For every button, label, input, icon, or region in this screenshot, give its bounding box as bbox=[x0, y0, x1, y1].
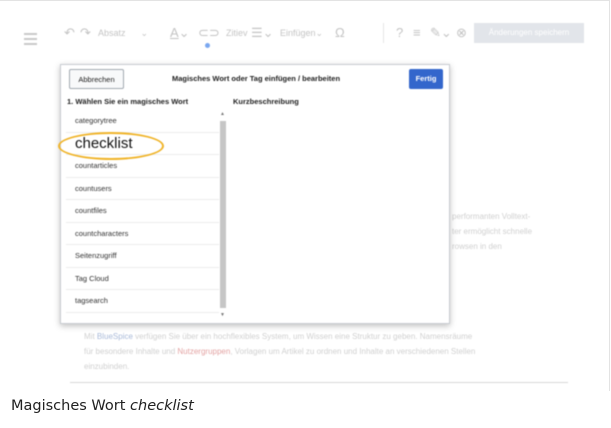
cancel-button[interactable]: Abbrechen bbox=[69, 69, 124, 89]
caption-prefix: Magisches Wort bbox=[11, 398, 131, 414]
editor-screenshot: ↶ ↷ Absatz ⌄ A⌄ ⊂⊃ Zitiev ☰⌄ Einfügen⌄ Ω… bbox=[0, 1, 610, 392]
list-item[interactable]: Seitenzugriff bbox=[66, 245, 219, 268]
bg-paragraph-line-3: einzubinden. bbox=[84, 362, 130, 371]
list-scrollbar[interactable]: ▲ ▼ bbox=[219, 111, 227, 318]
bg-paragraph-line-1: Mit BlueSpice verfügen Sie über ein hoch… bbox=[84, 329, 472, 344]
pencil-icon[interactable]: ✎⌄ bbox=[430, 25, 452, 41]
save-changes-button[interactable]: Änderungen speichern bbox=[474, 23, 584, 43]
list-item[interactable]: countfiles bbox=[66, 200, 219, 223]
list-item[interactable]: countusers bbox=[66, 178, 219, 200]
insert-dropdown[interactable]: Einfügen⌄ bbox=[280, 28, 323, 39]
chevron-down-icon: ⌄ bbox=[128, 28, 149, 38]
nutzergruppen-link[interactable]: Nutzergruppen bbox=[177, 347, 230, 356]
bg-text-right-3: rowsen in den bbox=[452, 242, 502, 251]
description-column-title: Kurzbeschreibung bbox=[233, 97, 299, 106]
redo-icon[interactable]: ↷ bbox=[80, 25, 91, 41]
cite-dropdown[interactable]: Zitiev bbox=[226, 28, 248, 38]
bg-text-right-1: performanten Volltext- bbox=[452, 212, 531, 221]
horizontal-rule bbox=[70, 382, 568, 383]
paragraph-dropdown[interactable]: Absatz ⌄ bbox=[98, 28, 148, 39]
help-icon[interactable]: ? bbox=[396, 25, 403, 40]
magic-word-dialog: Abbrechen Magisches Wort oder Tag einfüg… bbox=[60, 64, 450, 324]
menu-icon[interactable]: ≡ bbox=[413, 25, 421, 40]
dialog-title: Magisches Wort oder Tag einfügen / bearb… bbox=[171, 74, 341, 83]
editor-toolbar: ↶ ↷ Absatz ⌄ A⌄ ⊂⊃ Zitiev ☰⌄ Einfügen⌄ Ω… bbox=[58, 19, 584, 49]
bg-text: Mit bbox=[84, 332, 97, 341]
list-item[interactable]: tagsearch bbox=[66, 290, 219, 313]
undo-icon[interactable]: ↶ bbox=[64, 25, 75, 41]
screenshot-frame: ↶ ↷ Absatz ⌄ A⌄ ⊂⊃ Zitiev ☰⌄ Einfügen⌄ Ω… bbox=[0, 0, 610, 391]
scrollbar-thumb[interactable] bbox=[220, 121, 226, 308]
list-item[interactable]: categorytree bbox=[66, 110, 219, 133]
close-icon[interactable]: ⊗ bbox=[456, 25, 467, 41]
bg-text: , Vorlagen um Artikel zu ordnen und Inha… bbox=[230, 347, 476, 356]
done-button[interactable]: Fertig bbox=[409, 69, 443, 89]
highlight-ellipse bbox=[58, 132, 164, 160]
hamburger-menu-icon[interactable] bbox=[24, 33, 37, 48]
link-icon[interactable]: ⊂⊃ bbox=[198, 25, 220, 41]
bluespice-link[interactable]: BlueSpice bbox=[97, 332, 133, 341]
insert-label: Einfügen bbox=[280, 28, 316, 38]
bg-text-right-2: ter ermöglicht schnelle bbox=[452, 227, 533, 236]
figure-caption: Magisches Wort checklist bbox=[11, 398, 194, 414]
caption-word: checklist bbox=[130, 398, 194, 414]
scroll-down-icon[interactable]: ▼ bbox=[220, 312, 225, 318]
bg-paragraph-line-2: für besondere Inhalte und Nutzergruppen,… bbox=[84, 344, 475, 359]
bg-text: für besondere Inhalte und bbox=[84, 347, 178, 356]
paragraph-label: Absatz bbox=[98, 28, 126, 38]
omega-icon[interactable]: Ω bbox=[335, 25, 345, 40]
list-item[interactable]: countcharacters bbox=[66, 223, 219, 245]
list-icon[interactable]: ☰⌄ bbox=[251, 25, 274, 41]
text-style-icon[interactable]: A⌄ bbox=[170, 25, 190, 41]
bg-text: verfügen Sie über ein hochflexibles Syst… bbox=[132, 332, 473, 341]
active-indicator-dot bbox=[205, 43, 210, 48]
list-item[interactable]: signhere bbox=[66, 313, 219, 321]
dialog-header: Abbrechen Magisches Wort oder Tag einfüg… bbox=[61, 65, 449, 93]
magic-word-column-title: 1. Wählen Sie ein magisches Wort bbox=[67, 97, 189, 106]
scroll-up-icon[interactable]: ▲ bbox=[220, 111, 225, 117]
list-item[interactable]: Tag Cloud bbox=[66, 268, 219, 290]
toolbar-separator bbox=[383, 23, 384, 43]
